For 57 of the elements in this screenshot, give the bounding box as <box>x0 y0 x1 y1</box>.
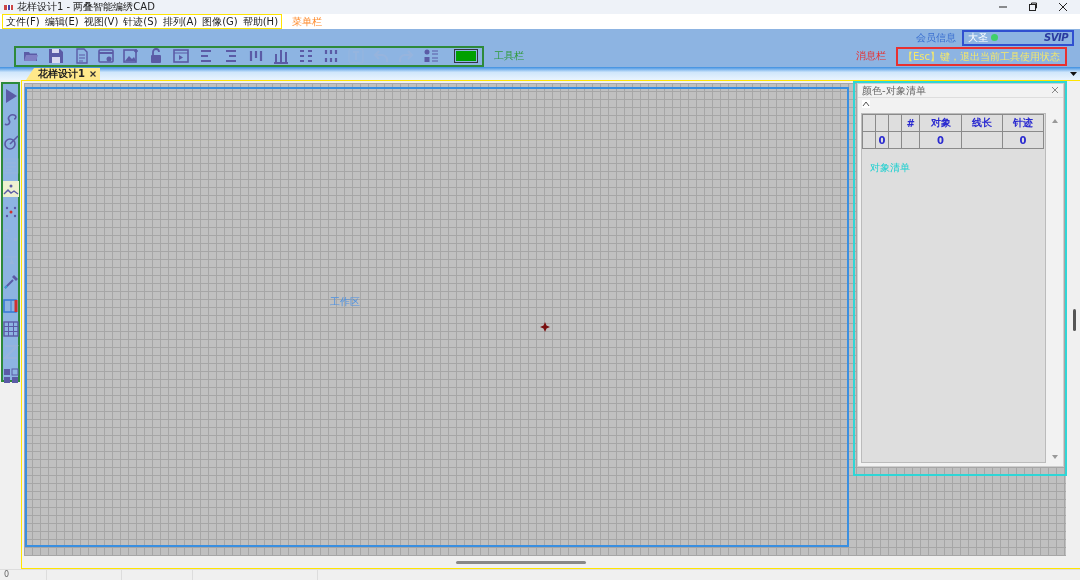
picture-icon[interactable] <box>2 181 19 198</box>
padlock-icon[interactable] <box>148 48 164 64</box>
align-left-icon[interactable] <box>198 48 214 64</box>
table-cell: 0 <box>919 131 962 149</box>
annotation-label: 菜单栏 <box>292 14 323 29</box>
color-swatch-button[interactable] <box>454 49 478 63</box>
grid-icon[interactable] <box>2 320 19 337</box>
message-bar: 【Esc】键，退出当前工具使用状态 <box>895 46 1067 66</box>
dropdown-icon[interactable] <box>1070 69 1080 78</box>
annotation-label: 消息栏 <box>855 49 886 63</box>
scrollbar-thumb[interactable] <box>1073 309 1076 331</box>
scrollbar-thumb[interactable] <box>456 560 586 564</box>
list-icon[interactable] <box>423 48 439 64</box>
status-text: 0 <box>0 570 47 580</box>
table-cell: 0 <box>1002 131 1044 149</box>
menu-item[interactable]: 针迹(S) <box>123 15 158 28</box>
menu-item[interactable]: 视图(V) <box>83 15 119 28</box>
column-header: 线长 <box>961 114 1003 132</box>
align-top-icon[interactable] <box>248 48 264 64</box>
menu-item[interactable]: 帮助(H) <box>242 15 279 28</box>
image-icon[interactable] <box>123 48 139 64</box>
menu-item[interactable]: 文件(F) <box>6 15 40 28</box>
columns-icon[interactable] <box>2 297 19 314</box>
scroll-down-icon[interactable] <box>1052 455 1058 459</box>
annotation-label: 工作区 <box>330 295 360 309</box>
menu-item[interactable]: 图像(G) <box>202 15 238 28</box>
member-name: 大圣 <box>968 31 988 44</box>
scroll-up-icon[interactable] <box>1052 119 1058 123</box>
video-icon[interactable] <box>173 48 189 64</box>
close-icon[interactable] <box>89 71 96 77</box>
annotation-label: 会员信息 <box>916 30 956 45</box>
table-cell: 0 <box>875 131 889 149</box>
blocks-icon[interactable] <box>2 367 19 384</box>
annotation-label: 工具栏 <box>494 49 524 63</box>
document-icon[interactable] <box>73 48 89 64</box>
column-header: 针迹 <box>1002 114 1044 132</box>
annotation-label: 对象清单 <box>870 161 911 175</box>
column-header: # <box>901 114 920 132</box>
curve-icon[interactable] <box>2 111 19 128</box>
align-bottom-icon[interactable] <box>273 48 289 64</box>
window-title: 花样设计1 - 两叠智能编绣CAD <box>17 1 155 13</box>
align-right-icon[interactable] <box>223 48 239 64</box>
window-icon[interactable] <box>98 48 114 64</box>
collapse-icon[interactable] <box>862 100 870 108</box>
floppy-icon[interactable] <box>48 48 64 64</box>
panel-title: 颜色-对象清单 <box>862 83 926 98</box>
dropper-icon[interactable] <box>2 274 19 291</box>
origin-marker-icon <box>540 322 550 332</box>
distribute-icon[interactable] <box>298 48 314 64</box>
needle-icon[interactable] <box>2 134 19 151</box>
document-tab[interactable]: 花样设计1 <box>26 68 100 80</box>
vip-label: SVIP <box>1044 32 1068 43</box>
app-icon <box>4 4 13 10</box>
menu-item[interactable]: 编辑(E) <box>44 15 79 28</box>
column-header: 对象 <box>919 114 962 132</box>
distribute-icon[interactable] <box>323 48 339 64</box>
menu-item[interactable]: 排列(A) <box>162 15 198 28</box>
